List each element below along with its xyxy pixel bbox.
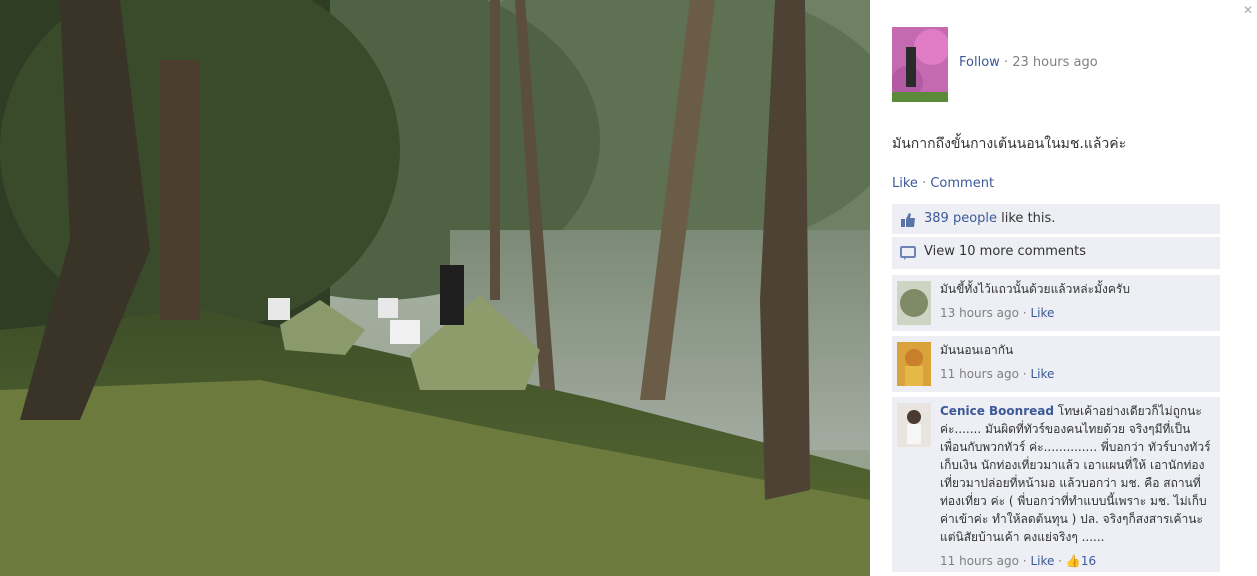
comment-meta-separator: · (1022, 554, 1027, 568)
meta-separator: · (1003, 55, 1009, 70)
comment-button[interactable]: Comment (930, 176, 994, 191)
comment-text: มันนอนเอากัน (940, 343, 1014, 357)
post-timestamp[interactable]: 23 hours ago (1012, 55, 1098, 70)
follow-link[interactable]: Follow (959, 55, 1000, 70)
comment-time[interactable]: 11 hours ago (940, 367, 1019, 381)
comment-meta: 11 hours ago · Like (940, 365, 1212, 383)
comment-avatar-image (897, 403, 931, 447)
view-more-comments-label[interactable]: View 10 more comments (924, 244, 1086, 259)
view-more-comments[interactable]: View 10 more comments (892, 237, 1220, 269)
comment-meta: 13 hours ago · Like (940, 304, 1212, 322)
comment-like-button[interactable]: Like (1030, 367, 1054, 381)
comment-item: มันนอนเอากัน 11 hours ago · Like (892, 336, 1220, 392)
camping-photo (0, 0, 870, 576)
actions-separator: · (922, 176, 927, 191)
comment-author[interactable]: Cenice Boonread (940, 404, 1054, 418)
comment-text: โทษเค้าอย่างเดียวก็ไม่ถูกนะค่ะ....... มั… (940, 404, 1211, 544)
comment-avatar[interactable] (897, 281, 931, 325)
comment-avatar[interactable] (897, 342, 931, 386)
likes-summary: 389 people like this. (892, 204, 1220, 234)
comment-item: Cenice Boonread โทษเค้าอย่างเดียวก็ไม่ถู… (892, 397, 1220, 572)
small-thumbs-up-icon: 👍 (1065, 554, 1081, 568)
like-button[interactable]: Like (892, 176, 918, 191)
comment-body: มันขี้ทั้งไว้แถวนั้นด้วยแล้วหล่ะมั้งครับ… (940, 280, 1212, 322)
comment-like-button[interactable]: Like (1030, 306, 1054, 320)
comment-meta-separator: · (1022, 306, 1027, 320)
comment-time[interactable]: 13 hours ago (940, 306, 1019, 320)
comment-meta-separator: · (1058, 554, 1063, 568)
post-caption: มันกากถึงขั้นกางเต้นนอนในมช.แล้วค่ะ (892, 136, 1127, 152)
comment-bubble-icon (900, 246, 916, 260)
comment-text: มันขี้ทั้งไว้แถวนั้นด้วยแล้วหล่ะมั้งครับ (940, 282, 1130, 296)
post-photo[interactable] (0, 0, 870, 576)
close-icon[interactable]: ✕ (1243, 3, 1253, 17)
thumbs-up-icon (901, 213, 915, 227)
likes-count-link[interactable]: 389 people (924, 211, 997, 226)
likes-suffix: like this. (997, 211, 1056, 226)
post-meta: Follow · 23 hours ago (959, 55, 1098, 70)
comment-like-count[interactable]: 👍16 (1066, 554, 1096, 568)
comment-body: Cenice Boonread โทษเค้าอย่างเดียวก็ไม่ถู… (940, 402, 1212, 570)
comment-like-button[interactable]: Like (1030, 554, 1054, 568)
author-avatar[interactable] (892, 27, 948, 102)
comment-avatar-image (897, 281, 931, 325)
comment-avatar[interactable] (897, 403, 931, 447)
post-panel: ✕ Follow · 23 hours ago มันกากถึงขั้นกาง… (870, 0, 1257, 576)
likes-text: 389 people like this. (924, 211, 1055, 226)
comment-body: มันนอนเอากัน 11 hours ago · Like (940, 341, 1212, 383)
comment-item: มันขี้ทั้งไว้แถวนั้นด้วยแล้วหล่ะมั้งครับ… (892, 275, 1220, 331)
author-avatar-image (892, 27, 948, 102)
comment-time[interactable]: 11 hours ago (940, 554, 1019, 568)
comment-meta-separator: · (1022, 367, 1027, 381)
comment-like-count-value: 16 (1080, 554, 1097, 568)
comment-avatar-image (897, 342, 931, 386)
comment-meta: 11 hours ago · Like · 👍16 (940, 552, 1212, 570)
post-actions: Like · Comment (892, 176, 994, 191)
